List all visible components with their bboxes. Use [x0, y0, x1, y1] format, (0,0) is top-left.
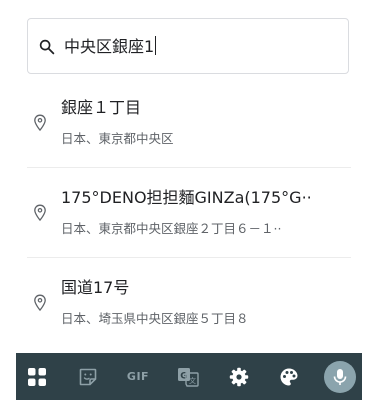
theme-button[interactable]	[274, 353, 304, 400]
translate-button[interactable]: G 文	[174, 353, 202, 400]
mic-circle	[324, 360, 356, 393]
suggestion-subtitle: 日本、東京都中央区	[61, 131, 174, 146]
settings-button[interactable]	[224, 353, 254, 400]
voice-input-button[interactable]	[322, 353, 358, 400]
apps-grid-button[interactable]	[22, 353, 52, 400]
theme-palette-icon	[280, 368, 298, 385]
suggestion-item[interactable]: 国道17号 日本、埼玉県中央区銀座５丁目８	[0, 258, 378, 348]
place-pin-icon	[34, 114, 46, 132]
suggestion-title: 国道17号	[61, 278, 130, 297]
place-pin-icon	[34, 204, 46, 222]
suggestion-item[interactable]: 175°DENO担担麵GINZa(175°G·· 日本、東京都中央区銀座２丁目６…	[0, 168, 378, 258]
suggestion-subtitle: 日本、東京都中央区銀座２丁目６－１··	[61, 221, 282, 236]
suggestion-list: 銀座１丁目 日本、東京都中央区 175°DENO担担麵GINZa(175°G··…	[0, 78, 378, 348]
translate-icon: G 文	[178, 367, 199, 387]
sticker-icon	[79, 368, 97, 385]
gif-button[interactable]: GIF	[120, 353, 156, 400]
text-caret	[155, 36, 157, 55]
suggestion-item[interactable]: 銀座１丁目 日本、東京都中央区	[0, 78, 378, 168]
sticker-button[interactable]	[72, 353, 104, 400]
suggestion-subtitle: 日本、埼玉県中央区銀座５丁目８	[61, 311, 249, 326]
search-query-text: 中央区銀座1	[64, 37, 155, 56]
svg-text:文: 文	[189, 376, 196, 385]
suggestion-title: 175°DENO担担麵GINZa(175°G··	[61, 188, 312, 207]
settings-gear-icon	[229, 367, 249, 386]
gif-label: GIF	[126, 370, 150, 383]
apps-grid-icon	[28, 367, 46, 386]
search-input[interactable]: 中央区銀座1	[64, 36, 157, 58]
place-pin-icon	[34, 294, 46, 312]
search-box[interactable]: 中央区銀座1	[27, 18, 349, 74]
search-icon	[39, 39, 55, 55]
suggestion-title: 銀座１丁目	[61, 98, 142, 117]
microphone-icon	[333, 368, 347, 385]
keyboard-toolbar: GIF G 文	[16, 353, 362, 400]
